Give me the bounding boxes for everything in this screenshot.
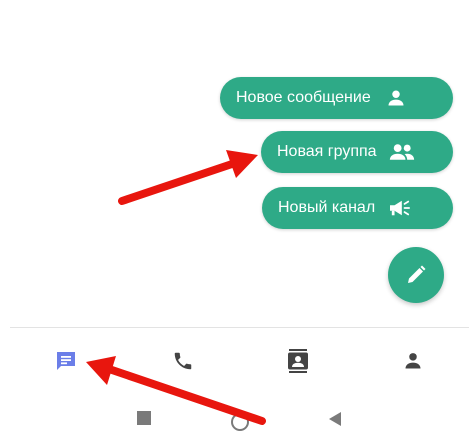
- new-channel-label: Новый канал: [278, 199, 376, 216]
- compose-fab[interactable]: [388, 247, 444, 303]
- new-group-label: Новая группа: [277, 143, 377, 160]
- back-icon[interactable]: [328, 411, 342, 432]
- nav-chats[interactable]: [49, 344, 83, 378]
- recents-icon[interactable]: [137, 411, 151, 425]
- nav-profile[interactable]: [396, 344, 430, 378]
- person-icon: [383, 87, 409, 109]
- nav-calls[interactable]: [166, 344, 200, 378]
- person-icon: [405, 353, 421, 369]
- bottom-nav: [0, 330, 469, 392]
- megaphone-icon: [387, 197, 413, 219]
- pencil-icon: [408, 265, 426, 283]
- arrow-to-new-group: [118, 150, 258, 205]
- home-icon[interactable]: [231, 413, 249, 431]
- nav-contacts[interactable]: [281, 344, 315, 378]
- group-icon: [389, 141, 415, 163]
- new-group-button[interactable]: Новая группа: [261, 131, 453, 173]
- new-message-button[interactable]: Новое сообщение: [220, 77, 453, 119]
- new-channel-button[interactable]: Новый канал: [262, 187, 453, 229]
- bottom-nav-divider: [10, 327, 469, 328]
- phone-icon: [174, 352, 192, 370]
- contacts-icon: [288, 349, 308, 373]
- chat-icon: [57, 352, 75, 370]
- new-message-label: Новое сообщение: [236, 89, 371, 106]
